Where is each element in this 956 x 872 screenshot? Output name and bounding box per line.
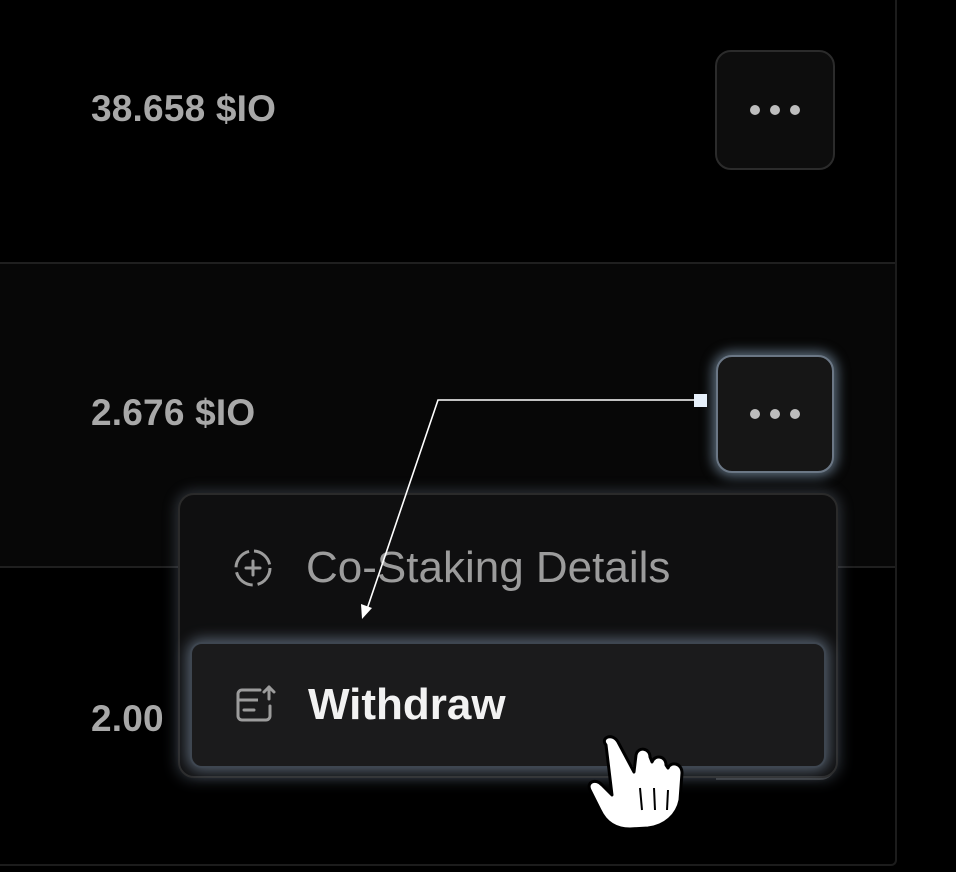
plus-circle-dashed-icon xyxy=(234,549,272,587)
more-options-button[interactable] xyxy=(715,50,835,170)
menu-item-withdraw[interactable]: Withdraw xyxy=(190,642,826,768)
stakes-panel: 38.658 $IO 2.676 $IO 2.00 Co-Staking Det… xyxy=(0,0,897,866)
more-options-button-active[interactable] xyxy=(716,355,834,473)
ellipsis-icon xyxy=(750,409,800,419)
ellipsis-icon xyxy=(750,105,800,115)
menu-item-label: Co-Staking Details xyxy=(306,543,671,592)
menu-item-co-staking-details[interactable]: Co-Staking Details xyxy=(190,505,826,631)
menu-item-label: Withdraw xyxy=(308,680,506,729)
stake-amount: 2.676 $IO xyxy=(91,392,256,433)
withdraw-card-icon xyxy=(236,685,276,722)
stake-amount: 2.00 xyxy=(91,698,164,739)
stake-row: 38.658 $IO xyxy=(0,0,895,262)
row-actions-menu: Co-Staking Details Withdraw xyxy=(178,493,838,778)
stake-amount: 38.658 $IO xyxy=(91,88,277,129)
